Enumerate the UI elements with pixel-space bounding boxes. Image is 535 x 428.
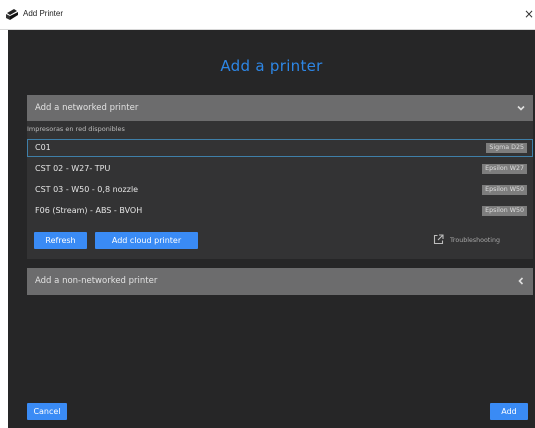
window-titlebar: Add Printer × <box>0 0 535 30</box>
dialog-title: Add a printer <box>220 57 323 75</box>
printer-name: CST 03 - W50 - 0,8 nozzle <box>35 185 139 194</box>
printer-name: C01 <box>35 143 51 152</box>
close-icon[interactable]: × <box>524 5 535 23</box>
window-title: Add Printer <box>23 9 64 18</box>
printer-row[interactable]: CST 02 - W27- TPU Epsilon W27 <box>27 160 533 178</box>
cancel-button[interactable]: Cancel <box>27 403 67 420</box>
external-link-icon[interactable] <box>433 234 444 245</box>
printer-row[interactable]: CST 03 - W50 - 0,8 nozzle Epsilon W50 <box>27 181 533 199</box>
add-printer-dialog: Add a printer Add a networked printer Im… <box>8 30 535 428</box>
networked-section-label: Add a networked printer <box>35 103 139 113</box>
add-cloud-printer-button[interactable]: Add cloud printer <box>95 232 198 249</box>
printer-model-badge: Epsilon W27 <box>482 164 527 174</box>
printer-model-badge: Epsilon W50 <box>482 206 527 216</box>
printer-row[interactable]: F06 (Stream) - ABS - BVOH Epsilon W50 <box>27 202 533 220</box>
printer-app-icon <box>6 9 18 20</box>
printer-model-badge: Sigma D25 <box>486 143 527 153</box>
chevron-left-icon <box>518 277 524 285</box>
printer-name: CST 02 - W27- TPU <box>35 164 111 173</box>
networked-printer-section-header[interactable]: Add a networked printer <box>27 95 533 122</box>
printer-row[interactable]: C01 Sigma D25 <box>27 139 533 157</box>
networked-printer-panel: Impresoras en red disponibles C01 Sigma … <box>27 121 533 259</box>
printer-model-badge: Epsilon W50 <box>482 185 527 195</box>
refresh-button[interactable]: Refresh <box>34 232 87 249</box>
available-printers-label: Impresoras en red disponibles <box>27 125 125 133</box>
non-networked-section-label: Add a non-networked printer <box>35 276 158 286</box>
printer-name: F06 (Stream) - ABS - BVOH <box>35 206 143 215</box>
chevron-down-icon <box>517 105 525 111</box>
add-button[interactable]: Add <box>490 403 528 420</box>
non-networked-printer-section-header[interactable]: Add a non-networked printer <box>27 268 533 295</box>
troubleshooting-link[interactable]: Troubleshooting <box>450 237 500 244</box>
